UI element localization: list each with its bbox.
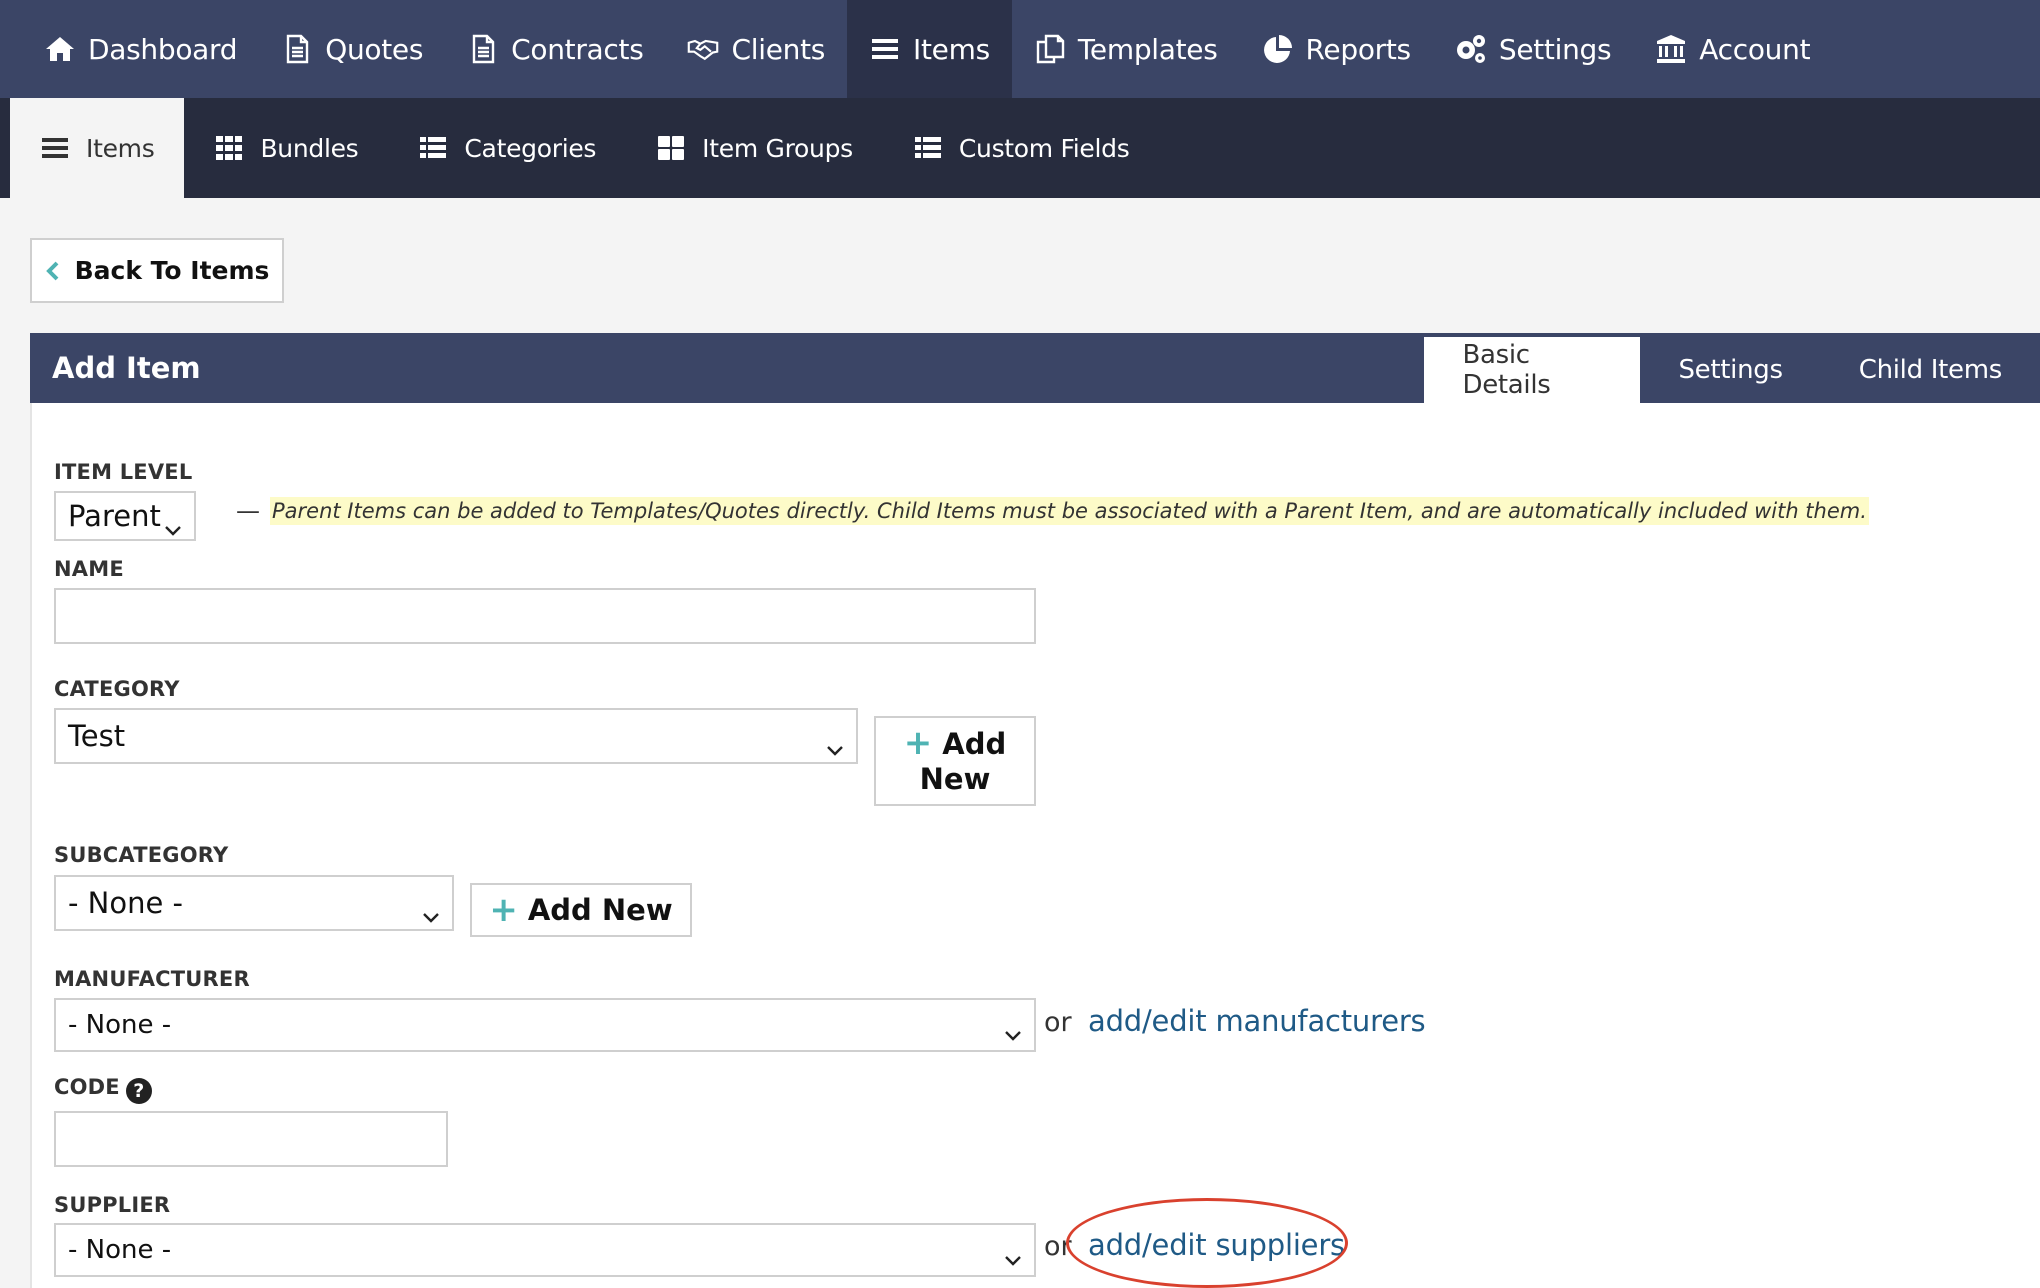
code-input[interactable] (54, 1111, 448, 1167)
add-category-line2: New (919, 761, 991, 796)
tab-settings[interactable]: Settings (1640, 337, 1820, 403)
nav-clients[interactable]: Clients (665, 0, 847, 98)
chevron-down-icon (827, 746, 843, 756)
list-icon (42, 138, 68, 158)
back-to-items-label: Back To Items (74, 256, 270, 285)
grid-icon (216, 136, 243, 160)
handshake-icon (688, 39, 719, 61)
nav-settings[interactable]: Settings (1433, 0, 1633, 98)
panel-header: Add Item Basic Details Settings Child It… (30, 333, 2040, 403)
item-level-value: Parent (68, 499, 161, 533)
supplier-value: - None - (68, 1235, 172, 1265)
nav-reports[interactable]: Reports (1240, 0, 1433, 98)
panel-title: Add Item (52, 351, 201, 385)
list-bullets-icon (420, 137, 447, 158)
add-edit-manufacturers-link[interactable]: add/edit manufacturers (1088, 1004, 1426, 1038)
chevron-down-icon (1005, 1031, 1021, 1041)
subnav-bundles-label: Bundles (260, 133, 359, 163)
chevron-down-icon (423, 913, 439, 923)
manufacturer-label: MANUFACTURER (54, 967, 250, 991)
document-icon (287, 34, 309, 64)
plus-icon: + (489, 889, 518, 930)
main-navigation: Dashboard Quotes Contracts Clients Items… (0, 0, 2040, 98)
add-subcategory-label: Add New (527, 892, 673, 927)
sub-navigation: Items Bundles Categories Item Groups Cus… (0, 98, 2040, 198)
nav-templates[interactable]: Templates (1012, 0, 1240, 98)
nav-contracts-label: Contracts (511, 32, 644, 66)
manufacturer-value: - None - (68, 1010, 172, 1040)
subnav-items-label: Items (86, 133, 155, 163)
nav-dashboard-label: Dashboard (88, 32, 238, 66)
add-category-line1: Add (942, 726, 1007, 761)
subnav-item-groups-label: Item Groups (702, 133, 853, 163)
supplier-select[interactable]: - None - (54, 1223, 1036, 1277)
nav-items-label: Items (913, 32, 990, 66)
category-select[interactable]: Test (54, 708, 858, 764)
nav-quotes-label: Quotes (325, 32, 424, 66)
subnav-custom-fields-label: Custom Fields (958, 133, 1130, 163)
add-item-form: ITEM LEVEL Parent — Parent Items can be … (30, 403, 2040, 1288)
subnav-categories-label: Categories (464, 133, 597, 163)
supplier-label: SUPPLIER (54, 1193, 171, 1217)
nav-dashboard[interactable]: Dashboard (0, 0, 259, 98)
add-subcategory-button[interactable]: + Add New (470, 883, 692, 937)
chevron-down-icon (165, 526, 181, 536)
subnav-items[interactable]: Items (10, 98, 185, 198)
category-label: CATEGORY (54, 677, 180, 701)
manufacturer-select[interactable]: - None - (54, 998, 1036, 1052)
subnav-custom-fields[interactable]: Custom Fields (883, 98, 1160, 198)
subnav-bundles[interactable]: Bundles (184, 98, 388, 198)
panel-tabs: Basic Details Settings Child Items (1424, 337, 2040, 403)
item-level-label: ITEM LEVEL (54, 460, 193, 484)
nav-reports-label: Reports (1305, 32, 1412, 66)
document-icon (472, 34, 495, 64)
chevron-down-icon (1005, 1256, 1021, 1266)
nav-account-label: Account (1699, 32, 1811, 66)
nav-clients-label: Clients (731, 32, 826, 66)
nav-quotes[interactable]: Quotes (259, 0, 445, 98)
tab-child-items[interactable]: Child Items (1821, 337, 2040, 403)
nav-settings-label: Settings (1498, 32, 1612, 66)
nav-contracts[interactable]: Contracts (445, 0, 665, 98)
copy-icon (1036, 34, 1065, 64)
list-icon (872, 39, 899, 59)
subnav-categories[interactable]: Categories (388, 98, 626, 198)
subcategory-label: SUBCATEGORY (54, 843, 229, 867)
manufacturer-or-text: or (1044, 1007, 1072, 1038)
hint-dash: — (236, 497, 260, 525)
name-input[interactable] (54, 588, 1036, 644)
plus-icon: + (903, 722, 933, 763)
add-edit-suppliers-link[interactable]: add/edit suppliers (1088, 1228, 1345, 1262)
code-label: CODE (54, 1075, 120, 1099)
pie-chart-icon (1263, 35, 1292, 63)
subnav-item-groups[interactable]: Item Groups (626, 98, 883, 198)
home-icon (46, 37, 74, 61)
bank-icon (1657, 35, 1686, 63)
gears-icon (1456, 35, 1485, 63)
supplier-or-text: or (1044, 1231, 1072, 1262)
add-category-button[interactable]: + Add New (874, 716, 1036, 806)
list-bullets-icon (914, 137, 941, 158)
back-to-items-button[interactable]: Back To Items (30, 238, 284, 303)
name-label: NAME (54, 557, 124, 581)
help-icon[interactable]: ? (125, 1078, 152, 1104)
subcategory-select[interactable]: - None - (54, 875, 454, 931)
tab-basic-details[interactable]: Basic Details (1424, 337, 1641, 403)
nav-templates-label: Templates (1077, 32, 1218, 66)
hint-text: Parent Items can be added to Templates/Q… (270, 497, 1869, 525)
nav-items[interactable]: Items (847, 0, 1012, 98)
chevron-left-icon (45, 261, 58, 280)
category-value: Test (68, 719, 126, 753)
nav-account[interactable]: Account (1633, 0, 1832, 98)
item-level-select[interactable]: Parent (54, 491, 196, 541)
subcategory-value: - None - (68, 886, 184, 920)
item-level-hint: — Parent Items can be added to Templates… (236, 497, 1869, 525)
code-label-row: CODE? (54, 1075, 152, 1104)
tiles-icon (658, 136, 685, 160)
